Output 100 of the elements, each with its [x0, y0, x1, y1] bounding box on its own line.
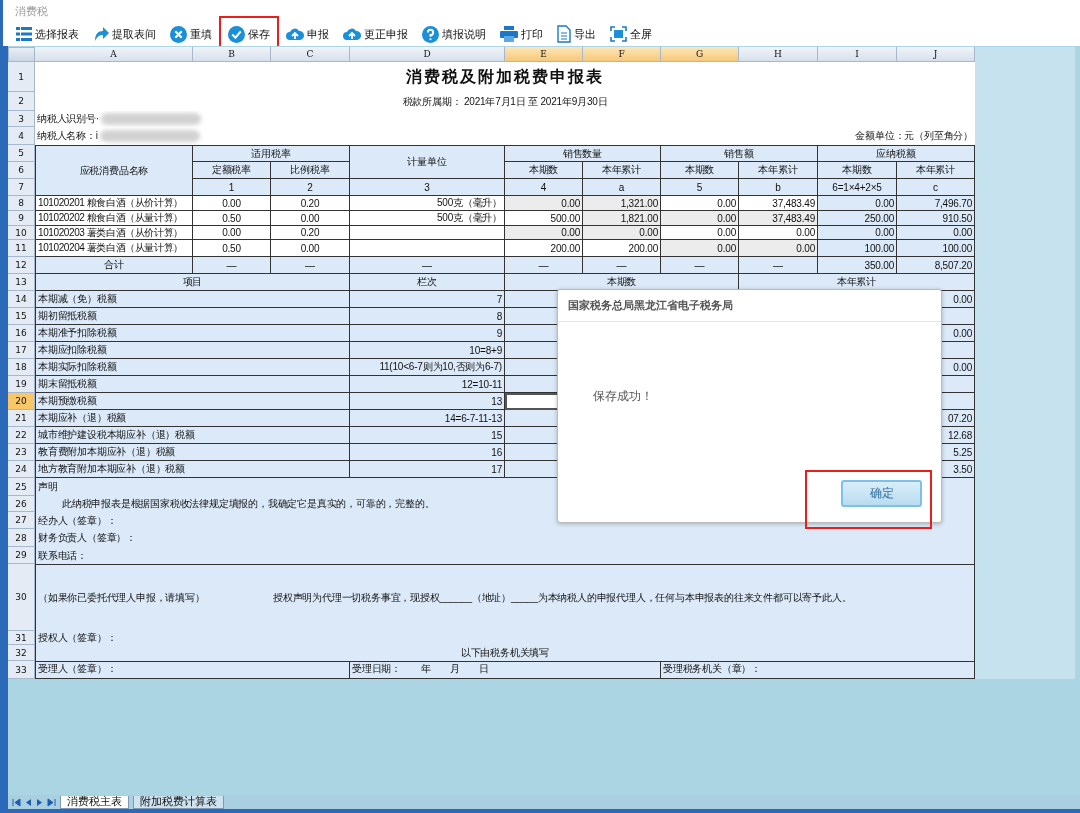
row-header[interactable]: 16: [8, 325, 35, 342]
row-header[interactable]: 3: [8, 111, 35, 127]
table-cell: 101020202 粮食白酒（从量计算）: [35, 211, 193, 226]
confirm-button[interactable]: 确定: [841, 480, 922, 507]
header-cell: b: [739, 179, 818, 196]
column-header[interactable]: H: [739, 47, 818, 62]
row-header[interactable]: 11: [8, 240, 35, 257]
toolbar-button[interactable]: 打印: [497, 26, 546, 42]
row-header[interactable]: 20: [8, 393, 35, 410]
row-header[interactable]: 10: [8, 226, 35, 240]
row-header[interactable]: 15: [8, 308, 35, 325]
taxpayer-label: 纳税人名称：i: [37, 129, 98, 143]
table-cell: 100.00: [818, 240, 897, 257]
row-header[interactable]: 14: [8, 291, 35, 308]
row-header[interactable]: 32: [8, 645, 35, 661]
table-cell: 200.00: [583, 240, 661, 257]
last-sheet-icon[interactable]: [47, 797, 56, 807]
table-cell: 10=8+9: [350, 342, 505, 359]
row-header[interactable]: 22: [8, 427, 35, 444]
header-cell: 本年累计: [739, 162, 818, 179]
toolbar-button[interactable]: 填报说明: [419, 25, 489, 43]
row-header[interactable]: 21: [8, 410, 35, 427]
row-header[interactable]: 33: [8, 661, 35, 679]
header-cell: 本年累计: [897, 162, 975, 179]
table-cell: 0.00: [818, 226, 897, 240]
row-header[interactable]: 24: [8, 461, 35, 478]
column-header[interactable]: C: [271, 47, 350, 62]
row-header[interactable]: 6: [8, 162, 35, 179]
header-cell: 应税消费品名称: [35, 145, 193, 196]
column-header[interactable]: B: [193, 47, 271, 62]
window-title: 消费税: [15, 3, 48, 19]
column-header[interactable]: D: [350, 47, 505, 62]
table-cell: 8,507.20: [897, 257, 975, 274]
row-header[interactable]: 9: [8, 211, 35, 226]
toolbar-button[interactable]: 申报: [283, 26, 332, 42]
item-cell: 本期减（免）税额: [35, 291, 350, 308]
row-header[interactable]: 27: [8, 512, 35, 529]
row-header[interactable]: 23: [8, 444, 35, 461]
table-cell: 0.00: [271, 211, 350, 226]
row-header[interactable]: 25: [8, 478, 35, 496]
header-cell: c: [897, 179, 975, 196]
table-cell: 0.00: [193, 226, 271, 240]
header-cell: 比例税率: [271, 162, 350, 179]
column-header[interactable]: E: [505, 47, 583, 62]
row-header[interactable]: 7: [8, 179, 35, 196]
row-header[interactable]: 19: [8, 376, 35, 393]
row-header[interactable]: 2: [8, 92, 35, 111]
row-header[interactable]: 18: [8, 359, 35, 376]
sheet-tab[interactable]: 附加税费计算表: [133, 795, 224, 809]
row-header[interactable]: 31: [8, 631, 35, 645]
note-text: 联系电话：: [35, 547, 975, 564]
table-cell: 0.00: [583, 226, 661, 240]
table-cell: 0.00: [505, 226, 583, 240]
table-cell: 7,496.70: [897, 196, 975, 211]
header-cell: —: [350, 257, 505, 274]
column-header[interactable]: G: [661, 47, 739, 62]
row-header[interactable]: 1: [8, 62, 35, 92]
row-header[interactable]: 13: [8, 274, 35, 291]
toolbar-button[interactable]: 重填: [167, 25, 215, 43]
column-header[interactable]: J: [897, 47, 975, 62]
table-cell: 250.00: [818, 211, 897, 226]
row-header[interactable]: 17: [8, 342, 35, 359]
table-cell: 16: [350, 444, 505, 461]
row-header[interactable]: 28: [8, 529, 35, 547]
row-header[interactable]: 26: [8, 496, 35, 512]
item-cell: 地方教育附加本期应补（退）税额: [35, 461, 350, 478]
item-cell: 期末留抵税额: [35, 376, 350, 393]
previous-sheet-icon[interactable]: [25, 797, 32, 807]
note-text: 授权声明为代理一切税务事宜，现授权______（地址）_____为本纳税人的申报代理人，任何与本申报表的往来文件都可以寄予此人。: [271, 564, 975, 631]
table-cell: 12=10-11: [350, 376, 505, 393]
first-sheet-icon[interactable]: [12, 797, 21, 807]
table-cell: 101020201 粮食白酒（从价计算）: [35, 196, 193, 211]
column-header[interactable]: F: [583, 47, 661, 62]
table-cell: 37,483.49: [739, 196, 818, 211]
row-header[interactable]: 29: [8, 547, 35, 564]
header-cell: 本期数: [818, 162, 897, 179]
row-header[interactable]: 5: [8, 145, 35, 162]
row-header[interactable]: 30: [8, 564, 35, 631]
sheet-tab[interactable]: 消费税主表: [60, 795, 129, 809]
column-header[interactable]: I: [818, 47, 897, 62]
toolbar-button[interactable]: 选择报表: [13, 26, 82, 42]
toolbar-button[interactable]: 提取表间: [90, 26, 159, 42]
next-sheet-icon[interactable]: [36, 797, 43, 807]
row-header[interactable]: 12: [8, 257, 35, 274]
item-cell: 本期准予扣除税额: [35, 325, 350, 342]
toolbar-button[interactable]: 全屏: [607, 26, 655, 42]
toolbar-button[interactable]: 导出: [554, 25, 599, 43]
row-header[interactable]: 4: [8, 127, 35, 145]
table-cell: 9: [350, 325, 505, 342]
toolbar-button[interactable]: 更正申报: [340, 26, 411, 42]
toolbar-button[interactable]: 保存: [225, 25, 273, 43]
table-cell: 0.00: [818, 196, 897, 211]
table-cell: 7: [350, 291, 505, 308]
table-cell: 1,321.00: [583, 196, 661, 211]
table-cell: 0.00: [897, 226, 975, 240]
row-header[interactable]: 8: [8, 196, 35, 211]
column-header[interactable]: A: [35, 47, 193, 62]
header-cell: 栏次: [350, 274, 505, 291]
table-cell: 0.50: [193, 240, 271, 257]
item-cell: 本期应补（退）税额: [35, 410, 350, 427]
